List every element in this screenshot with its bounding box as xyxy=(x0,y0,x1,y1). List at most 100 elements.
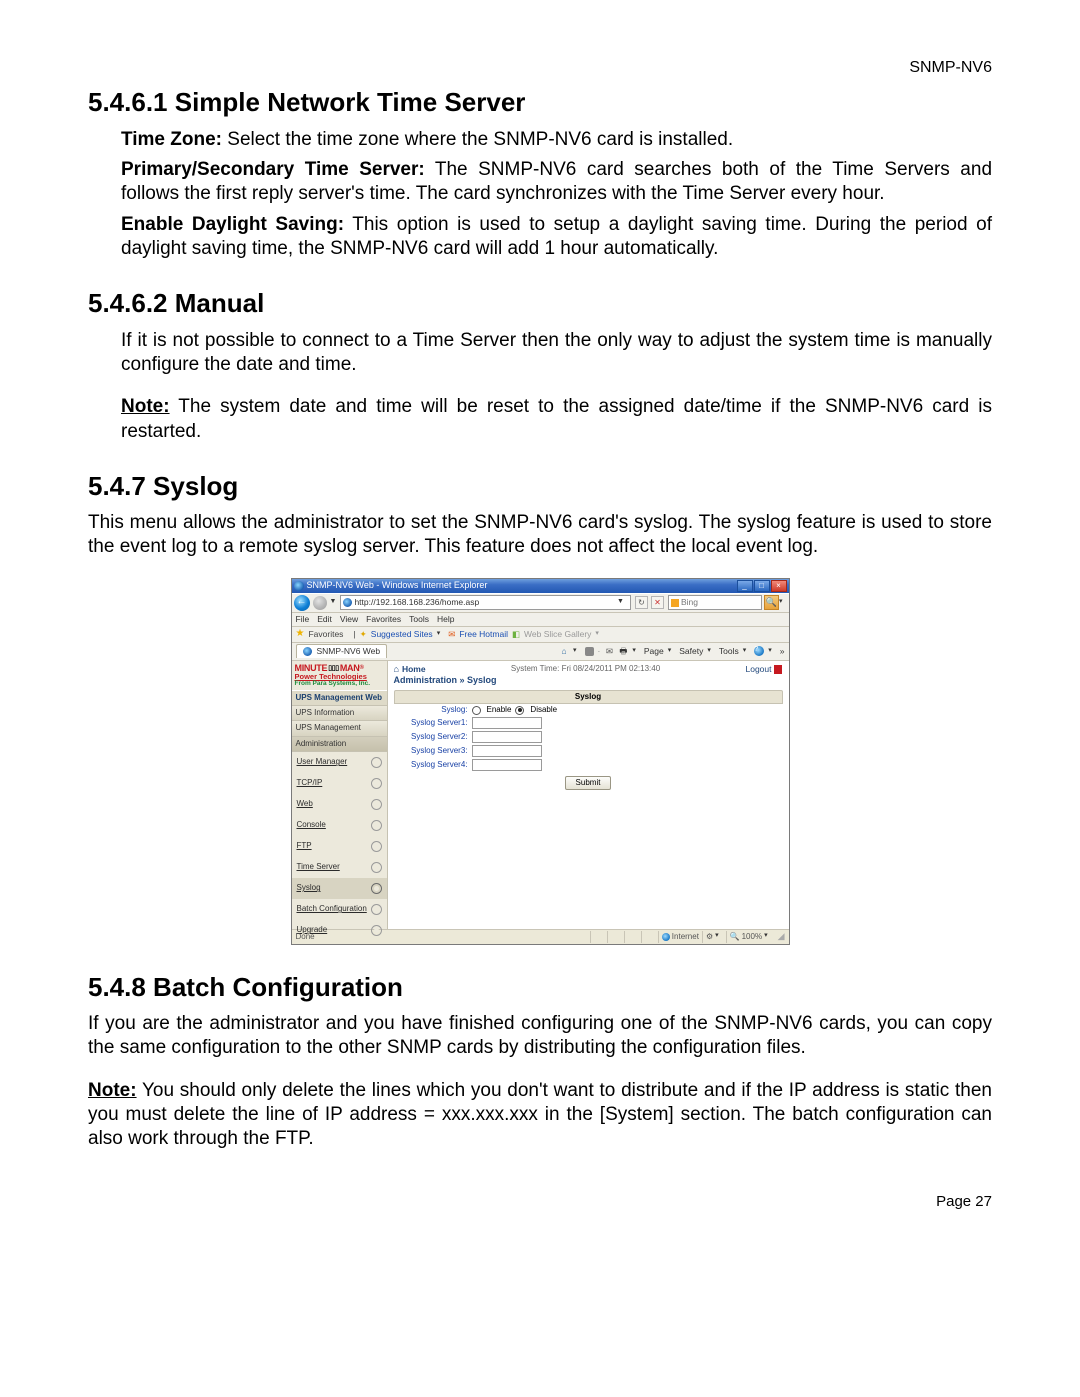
chevron-icon[interactable]: » xyxy=(780,646,785,657)
forward-button[interactable] xyxy=(313,596,327,610)
input-server2[interactable] xyxy=(472,731,542,743)
sidebar-item-batch-config[interactable]: Batch Configuration xyxy=(292,899,387,920)
refresh-button[interactable]: ↻ xyxy=(635,596,648,609)
status-cell xyxy=(607,931,624,943)
radio-enable[interactable] xyxy=(472,706,481,715)
help-icon[interactable]: ? xyxy=(754,646,764,656)
field-label-syslog: Syslog: xyxy=(394,705,468,715)
zone-text: Internet xyxy=(672,932,699,942)
label-dst: Enable Daylight Saving: xyxy=(121,214,344,235)
menu-help[interactable]: Help xyxy=(437,614,454,625)
status-cell xyxy=(590,931,607,943)
back-button[interactable]: ← xyxy=(294,595,310,611)
site-icon xyxy=(343,598,352,607)
input-server3[interactable] xyxy=(472,745,542,757)
browser-tab[interactable]: SNMP-NV6 Web xyxy=(296,644,388,658)
bing-icon xyxy=(671,599,679,607)
sidebar-section-ups-mgmt[interactable]: UPS Management xyxy=(292,721,387,736)
page-number: Page 27 xyxy=(88,1192,992,1211)
sidebar-item-user-manager[interactable]: User Manager xyxy=(292,752,387,773)
stop-button[interactable]: ✕ xyxy=(651,596,664,609)
field-label-server2: Syslog Server2: xyxy=(394,732,468,742)
sidebar-item-tcpip[interactable]: TCP/IP xyxy=(292,773,387,794)
search-field[interactable]: Bing xyxy=(668,595,762,610)
gear-icon xyxy=(371,799,382,810)
resize-grip-icon[interactable]: ◢ xyxy=(778,931,785,943)
para-manual: If it is not possible to connect to a Ti… xyxy=(121,329,992,378)
favorites-star-icon[interactable]: ★ xyxy=(296,628,305,641)
address-bar: ← ▼ http://192.168.168.236/home.asp ▼ ↻ … xyxy=(292,593,789,613)
favorites-label[interactable]: Favorites xyxy=(308,629,343,640)
command-bar: SNMP-NV6 Web ⌂▾ · ✉ 🖶▾ Page▾ Safety▾ Too… xyxy=(292,643,789,661)
feed-icon[interactable] xyxy=(585,647,594,656)
heading-5-4-7: 5.4.7 Syslog xyxy=(88,470,992,503)
print-dd-icon[interactable]: ▾ xyxy=(632,647,636,656)
para-dst: Enable Daylight Saving: This option is u… xyxy=(121,213,992,262)
logout-link[interactable]: Logout xyxy=(745,664,782,675)
sidebar-item-label: Syslog xyxy=(297,883,321,893)
sidebar-section-admin[interactable]: Administration xyxy=(292,737,387,752)
history-dropdown-icon[interactable]: ▼ xyxy=(330,598,337,607)
window-minimize-button[interactable]: _ xyxy=(737,580,753,592)
cmd-page[interactable]: Page xyxy=(644,646,664,657)
logout-text: Logout xyxy=(745,664,771,675)
page-dd-icon[interactable]: ▾ xyxy=(668,647,672,656)
sidebar-item-syslog[interactable]: Syslog xyxy=(292,878,387,899)
submit-button[interactable]: Submit xyxy=(565,776,612,790)
menu-favorites[interactable]: Favorites xyxy=(366,614,401,625)
cmd-safety[interactable]: Safety xyxy=(679,646,703,657)
tools-dd-icon[interactable]: ▾ xyxy=(743,647,747,656)
zone-dd-icon[interactable]: ▾ xyxy=(715,932,719,941)
menu-tools[interactable]: Tools xyxy=(409,614,429,625)
menu-edit[interactable]: Edit xyxy=(317,614,332,625)
search-button[interactable]: 🔍 xyxy=(764,595,779,610)
zoom-dd-icon[interactable]: ▾ xyxy=(764,932,768,941)
print-icon[interactable]: 🖶 xyxy=(618,646,628,656)
zoom-control[interactable]: 🔍100%▾ xyxy=(726,931,775,943)
tab-title: SNMP-NV6 Web xyxy=(317,646,381,657)
suggested-dd-icon[interactable]: ▾ xyxy=(437,630,441,639)
window-close-button[interactable]: × xyxy=(771,580,787,592)
favorites-bar: ★ Favorites | ✦ Suggested Sites▾ ✉ Free … xyxy=(292,627,789,643)
safety-dd-icon[interactable]: ▾ xyxy=(707,647,711,656)
zoom-value: 100% xyxy=(742,932,762,942)
input-server1[interactable] xyxy=(472,717,542,729)
suggested-sites-link[interactable]: Suggested Sites xyxy=(371,629,433,640)
home-dd-icon[interactable]: ▾ xyxy=(573,647,577,656)
sidebar-section-ups-info[interactable]: UPS Information xyxy=(292,706,387,721)
field-label-server1: Syslog Server1: xyxy=(394,718,468,728)
gear-icon xyxy=(371,883,382,894)
note-label: Note: xyxy=(88,1080,137,1101)
url-dropdown-icon[interactable]: ▼ xyxy=(617,598,624,607)
sidebar-item-ftp[interactable]: FTP xyxy=(292,836,387,857)
hotmail-icon: ✉ xyxy=(448,629,455,640)
menu-view[interactable]: View xyxy=(340,614,358,625)
radio-disable-label: Disable xyxy=(530,705,557,715)
radio-disable[interactable] xyxy=(515,706,524,715)
sidebar-item-console[interactable]: Console xyxy=(292,815,387,836)
gear-icon xyxy=(371,925,382,936)
read-mail-icon[interactable]: ✉ xyxy=(604,646,614,656)
sidebar-item-label: Time Server xyxy=(297,862,340,872)
cmd-tools[interactable]: Tools xyxy=(719,646,739,657)
slice-dd-icon[interactable]: ▾ xyxy=(595,630,599,639)
label-timezone: Time Zone: xyxy=(121,129,222,150)
security-zone[interactable]: Internet xyxy=(658,931,702,943)
window-maximize-button[interactable]: □ xyxy=(754,580,770,592)
panel-title: Syslog xyxy=(394,690,783,704)
help-dd-icon[interactable]: ▾ xyxy=(768,647,772,656)
menu-file[interactable]: File xyxy=(296,614,310,625)
sidebar-item-time-server[interactable]: Time Server xyxy=(292,857,387,878)
tab-site-icon xyxy=(303,647,312,656)
url-field[interactable]: http://192.168.168.236/home.asp ▼ xyxy=(340,595,631,610)
input-server4[interactable] xyxy=(472,759,542,771)
protected-mode-cell[interactable]: ⚙▾ xyxy=(702,931,726,943)
home-icon[interactable]: ⌂ xyxy=(559,646,569,656)
free-hotmail-link[interactable]: Free Hotmail xyxy=(459,629,508,640)
search-dropdown-icon[interactable]: ▾ xyxy=(779,598,783,607)
web-slice-link[interactable]: Web Slice Gallery xyxy=(524,629,591,640)
sidebar: MINUTE▯▯▯MAN® Power Technologies From Pa… xyxy=(292,661,388,929)
sidebar-item-web[interactable]: Web xyxy=(292,794,387,815)
home-link[interactable]: ⌂Home xyxy=(394,664,426,676)
status-cell xyxy=(624,931,641,943)
